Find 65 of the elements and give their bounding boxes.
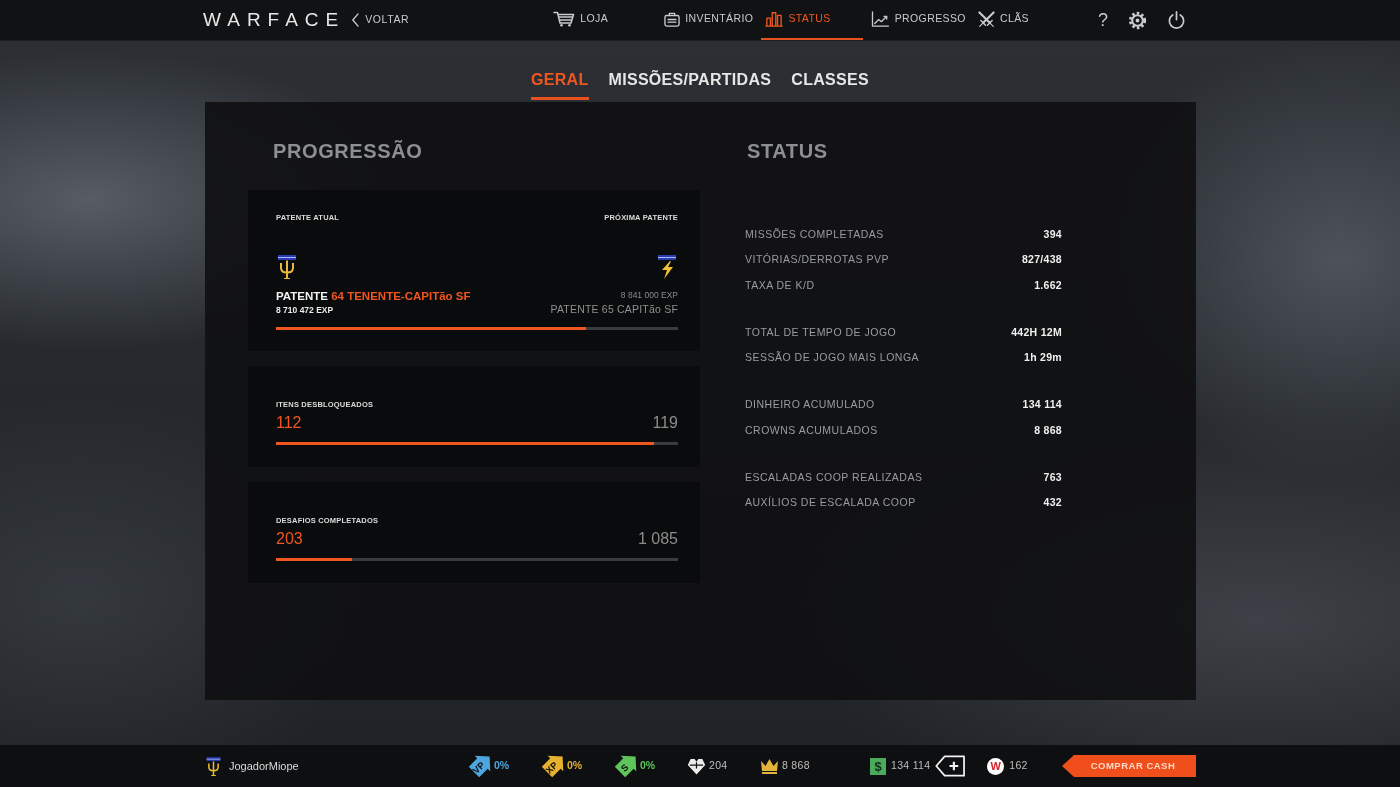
currency-value: 162 — [1009, 758, 1028, 774]
stat-value: 1h 29m — [1024, 350, 1062, 366]
nav-tab[interactable]: STATUS — [761, 0, 863, 40]
stat-value: 763 — [1043, 469, 1062, 485]
back-link[interactable]: VOLTAR — [351, 12, 410, 28]
cart-icon — [553, 11, 576, 27]
currency-value: 134 114 — [891, 758, 931, 774]
player-name: JogadorMiope — [229, 758, 299, 774]
line-chart-icon — [870, 11, 890, 27]
briefcase-icon — [664, 11, 681, 27]
help-button[interactable]: ? — [1098, 11, 1108, 29]
tab[interactable]: CLASSES — [791, 69, 869, 100]
booster-value: 0% — [567, 758, 583, 774]
stat-value: 8 868 — [1034, 422, 1062, 438]
nav-tab[interactable]: PROGRESSO — [866, 0, 970, 40]
crown-icon — [760, 758, 779, 774]
current-exp: 8 710 472 EXP — [276, 304, 335, 317]
trident-rank-icon — [276, 255, 298, 279]
section-heading: STATUS — [746, 139, 829, 164]
stat-value: 1.662 — [1034, 277, 1062, 293]
stat-value: 442H 12M — [1011, 324, 1062, 340]
stat-label: ESCALADAS COOP REALIZADAS — [745, 469, 923, 485]
next-rank-name: PATENTE 65 CAPITão SF — [550, 302, 678, 316]
heart-icon — [687, 757, 706, 775]
stat-label: CROWNS ACUMULADOS — [745, 422, 878, 438]
stat-value: 134 114 — [1022, 397, 1062, 413]
currency-value: 8 868 — [782, 758, 810, 774]
counter-total: 1 085 — [637, 529, 678, 549]
dollar-icon: $ — [870, 757, 886, 775]
stat-value: 827/438 — [1021, 252, 1062, 268]
currency-value: 204 — [709, 758, 728, 774]
counter-total: 119 — [652, 413, 678, 433]
current-rank-name: PATENTE 64 TENENTE-CAPITão SF — [276, 289, 471, 304]
booster-value: 0% — [640, 758, 656, 774]
stat-label: TOTAL DE TEMPO DE JOGO — [745, 324, 897, 340]
bar-chart-icon — [765, 11, 784, 27]
booster-tag: VP — [468, 754, 491, 778]
power-icon[interactable] — [1167, 10, 1186, 30]
counter-value: 203 — [276, 529, 303, 549]
stat-label: TAXA DE K/D — [745, 277, 815, 293]
booster-value: 0% — [494, 758, 510, 774]
stat-label: VITÓRIAS/DERROTAS PVP — [745, 252, 889, 268]
stat-value: 432 — [1043, 495, 1062, 511]
booster-tag: XP — [541, 754, 564, 778]
plus-tag-icon[interactable] — [935, 755, 966, 777]
booster-tag: S — [614, 754, 637, 778]
coin-icon: W — [987, 757, 1005, 775]
stat-label: SESSÃO DE JOGO MAIS LONGA — [745, 350, 920, 366]
nav-tab[interactable]: CLÃS — [973, 0, 1033, 40]
game-logo: WARFACE — [203, 7, 346, 32]
section-heading: PROGRESSÃO — [272, 139, 424, 164]
settings-icon[interactable] — [1128, 10, 1147, 30]
nav-tab[interactable]: LOJA — [549, 0, 613, 40]
tab[interactable]: MISSÕES/PARTIDAS — [608, 69, 772, 100]
counter-value: 112 — [276, 413, 302, 433]
lightning-rank-icon — [656, 255, 678, 279]
stat-value: 394 — [1043, 226, 1062, 242]
nav-tab[interactable]: INVENTÁRIO — [660, 0, 758, 40]
chevron-left-icon — [351, 13, 360, 27]
crossed-swords-icon — [977, 10, 995, 28]
stat-label: AUXÍLIOS DE ESCALADA COOP — [745, 495, 916, 511]
stat-label: DINHEIRO ACUMULADO — [745, 397, 875, 413]
stat-label: MISSÕES COMPLETADAS — [745, 226, 884, 242]
trident-rank-icon — [205, 756, 222, 776]
next-rank-exp: 8 841 000 EXP — [619, 289, 678, 302]
